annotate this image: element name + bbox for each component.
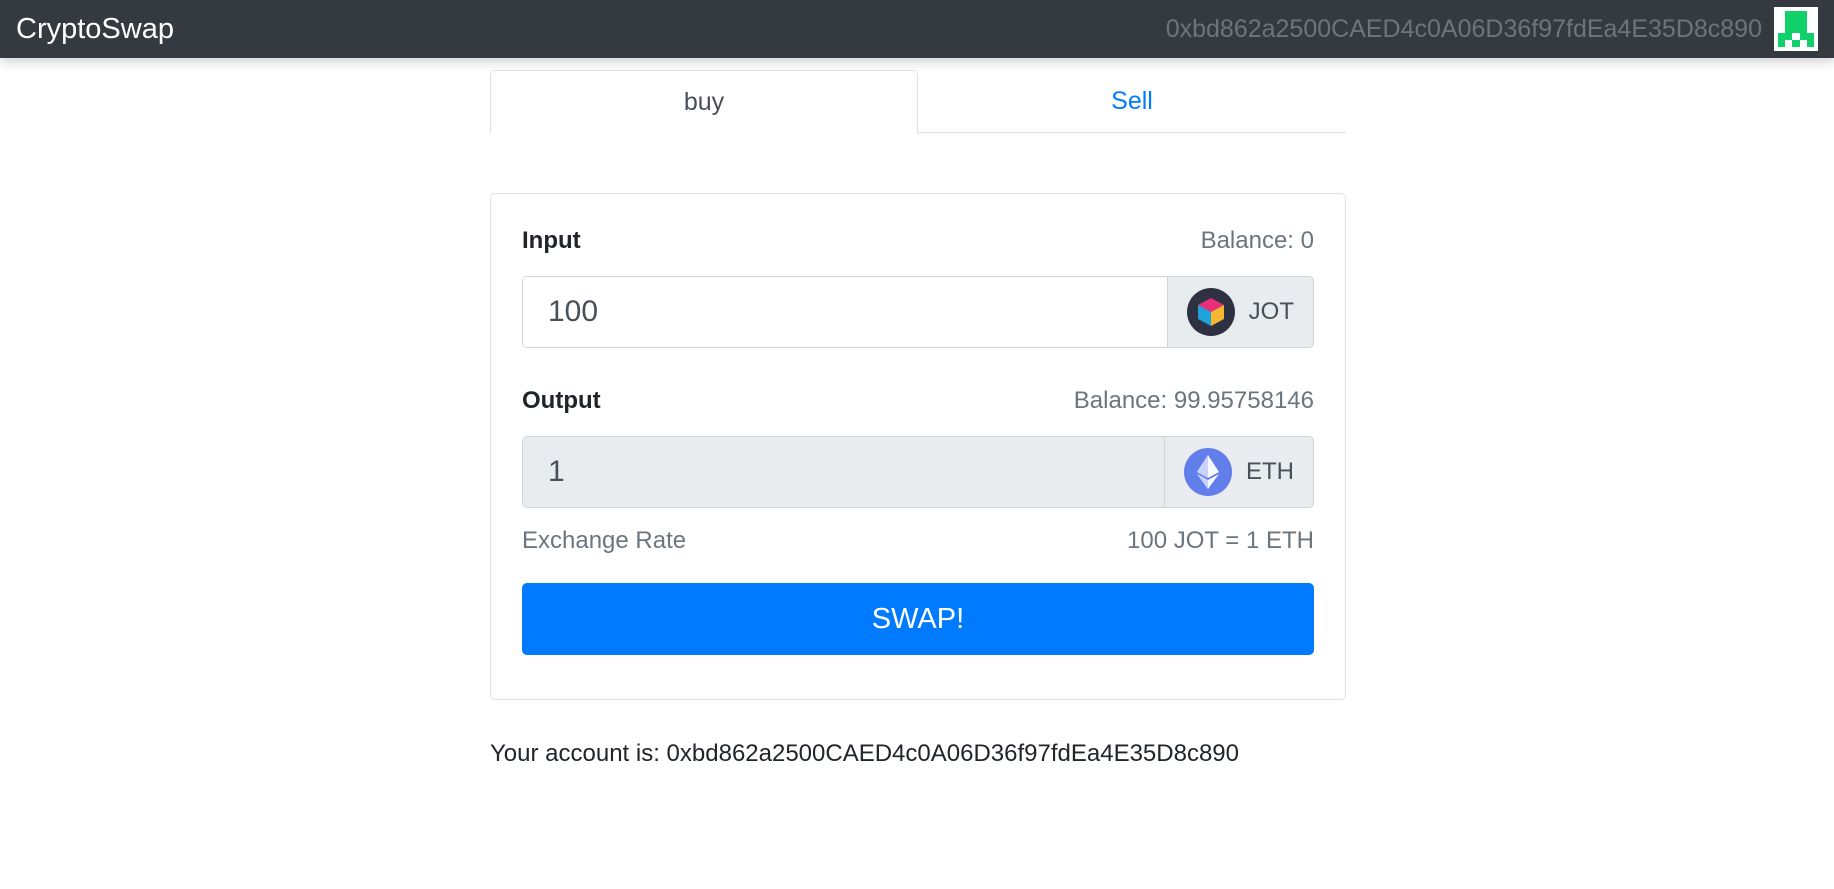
input-header: Input Balance: 0 [522,226,1314,256]
buy-sell-tabs: buy Sell [490,70,1346,134]
output-label: Output [522,387,601,414]
tab-sell[interactable]: Sell [918,70,1346,133]
input-balance: Balance: 0 [1200,227,1314,254]
input-token-symbol: JOT [1248,298,1294,325]
input-amount-group: JOT [522,276,1314,348]
ethereum-icon [1184,448,1232,496]
input-amount-field[interactable] [523,277,1167,347]
swap-card: Input Balance: 0 JOT Output Balance: 99.… [490,193,1346,700]
input-token-addon: JOT [1166,277,1313,347]
output-token-addon: ETH [1164,437,1313,507]
output-token-symbol: ETH [1246,458,1294,485]
output-header: Output Balance: 99.95758146 [522,386,1314,416]
output-amount-group: ETH [522,436,1314,508]
output-balance: Balance: 99.95758146 [1073,387,1314,414]
exchange-rate-value: 100 JOT = 1 ETH [1127,527,1314,554]
jot-cube-icon [1186,288,1235,336]
brand-title[interactable]: CryptoSwap [16,13,174,46]
identicon-icon [1774,7,1818,51]
account-info: Your account is: 0xbd862a2500CAED4c0A06D… [490,740,1239,767]
swap-button[interactable]: SWAP! [522,583,1314,655]
input-label: Input [522,227,581,254]
exchange-rate-label: Exchange Rate [522,527,687,554]
exchange-rate-row: Exchange Rate 100 JOT = 1 ETH [522,526,1314,556]
output-amount-field [523,437,1164,507]
navbar-account: 0xbd862a2500CAED4c0A06D36f97fdEa4E35D8c8… [1166,7,1818,51]
tab-buy[interactable]: buy [490,70,918,134]
navbar-account-address: 0xbd862a2500CAED4c0A06D36f97fdEa4E35D8c8… [1165,14,1762,43]
top-navbar: CryptoSwap 0xbd862a2500CAED4c0A06D36f97f… [0,0,1834,58]
